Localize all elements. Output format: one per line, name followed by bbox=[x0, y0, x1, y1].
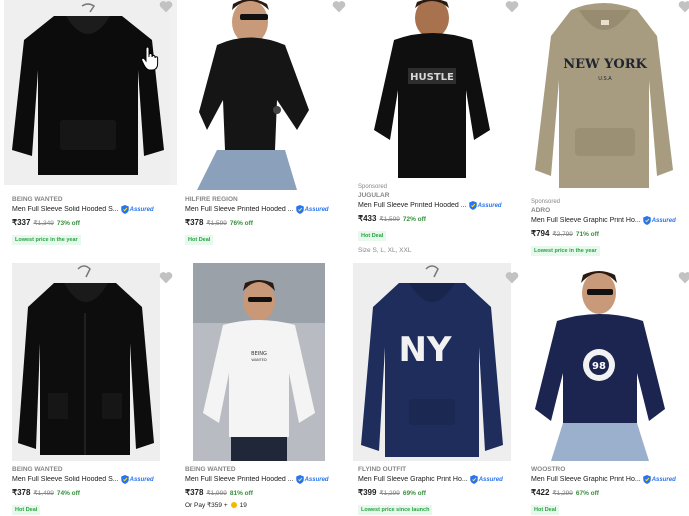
product-image[interactable]: NEW YORK U.S.A bbox=[523, 0, 689, 192]
product-card[interactable]: NY FLYIND OUTFIT Men Full Sleeve Graphic… bbox=[350, 263, 523, 516]
assured-badge: Assured bbox=[120, 475, 154, 484]
product-title[interactable]: Men Full Sleeve Graphic Print Ho... bbox=[531, 476, 641, 483]
product-mrp: ₹1,999 bbox=[206, 490, 227, 497]
product-card[interactable]: HUSTLE Sponsored JUGULAR Men Full Sleeve… bbox=[350, 0, 523, 260]
product-title[interactable]: Men Full Sleeve Printed Hooded ... bbox=[358, 202, 467, 209]
heart-icon[interactable] bbox=[678, 271, 689, 284]
product-brand: BEING WANTED bbox=[12, 466, 63, 473]
hand-cursor-icon bbox=[141, 47, 159, 71]
heart-icon[interactable] bbox=[505, 271, 519, 284]
shield-icon bbox=[120, 205, 129, 214]
product-mrp: ₹1,599 bbox=[206, 220, 227, 227]
product-card[interactable]: BEING WANTED Men Full Sleeve Solid Hoode… bbox=[4, 263, 177, 516]
shield-icon bbox=[295, 475, 304, 484]
assured-badge: Assured bbox=[469, 475, 503, 484]
assured-badge: Assured bbox=[642, 475, 676, 484]
print-subtext: WANTED bbox=[251, 358, 267, 362]
heart-icon[interactable] bbox=[678, 0, 689, 13]
print-text: BEING bbox=[251, 351, 267, 357]
deal-badge: Hot Deal bbox=[185, 235, 214, 245]
product-brand: JUGULAR bbox=[358, 192, 390, 199]
product-title[interactable]: Men Full Sleeve Graphic Print Ho... bbox=[358, 476, 468, 483]
product-mrp: ₹1,299 bbox=[552, 490, 573, 497]
shield-icon bbox=[642, 216, 651, 225]
supercoin-icon bbox=[230, 502, 237, 508]
assured-badge: Assured bbox=[120, 205, 154, 214]
product-price: ₹337 bbox=[12, 218, 31, 227]
product-price: ₹422 bbox=[531, 488, 550, 497]
product-card[interactable]: 98 WOOSTRO Men Full Sleeve Graphic Print… bbox=[523, 263, 689, 516]
product-price: ₹433 bbox=[358, 214, 377, 223]
product-image[interactable] bbox=[12, 263, 160, 461]
product-image[interactable] bbox=[177, 0, 350, 190]
product-image[interactable]: BEING WANTED bbox=[193, 263, 325, 461]
heart-icon[interactable] bbox=[332, 0, 346, 13]
product-title[interactable]: Men Full Sleeve Graphic Print Ho... bbox=[531, 217, 641, 224]
product-discount: 76% off bbox=[229, 220, 253, 227]
product-card[interactable]: BEING WANTED BEING WANTED Men Full Sleev… bbox=[177, 263, 350, 516]
product-image[interactable]: HUSTLE bbox=[350, 0, 523, 178]
product-brand: ADRO bbox=[531, 207, 551, 214]
product-card[interactable]: BEING WANTED Men Full Sleeve Solid Hoode… bbox=[4, 0, 177, 255]
product-title[interactable]: Men Full Sleeve Printed Hooded ... bbox=[185, 476, 294, 483]
product-brand: WOOSTRO bbox=[531, 466, 566, 473]
shield-icon bbox=[469, 475, 478, 484]
product-price: ₹378 bbox=[12, 488, 31, 497]
print-subtext: U.S.A bbox=[598, 76, 612, 82]
print-text: NEW YORK bbox=[563, 57, 647, 72]
deal-badge: Hot Deal bbox=[12, 505, 41, 515]
assured-badge: Assured bbox=[295, 475, 329, 484]
shield-icon bbox=[468, 201, 477, 210]
product-price: ₹794 bbox=[531, 229, 550, 238]
product-mrp: ₹1,299 bbox=[379, 490, 400, 497]
product-discount: 81% off bbox=[229, 490, 253, 497]
product-discount: 71% off bbox=[575, 231, 599, 238]
assured-badge: Assured bbox=[468, 201, 502, 210]
product-price: ₹399 bbox=[358, 488, 377, 497]
deal-badge: Lowest price in the year bbox=[12, 235, 81, 245]
assured-badge: Assured bbox=[642, 216, 676, 225]
print-text: NY bbox=[398, 330, 451, 370]
product-title[interactable]: Men Full Sleeve Printed Hooded ... bbox=[185, 206, 294, 213]
deal-badge: Lowest price since launch bbox=[358, 505, 433, 515]
product-brand: BEING WANTED bbox=[185, 466, 236, 473]
product-card[interactable]: HILFIRE REGION Men Full Sleeve Printed H… bbox=[177, 0, 350, 255]
heart-icon[interactable] bbox=[505, 0, 519, 13]
heart-icon[interactable] bbox=[159, 271, 173, 284]
product-price: ₹378 bbox=[185, 488, 204, 497]
print-text: HUSTLE bbox=[410, 72, 454, 83]
supercoin-offer: Or Pay ₹359 + 19 bbox=[185, 501, 247, 510]
product-title[interactable]: Men Full Sleeve Solid Hooded S... bbox=[12, 476, 119, 483]
product-discount: 74% off bbox=[56, 490, 80, 497]
assured-badge: Assured bbox=[295, 205, 329, 214]
product-image[interactable]: NY bbox=[353, 263, 511, 461]
product-mrp: ₹1,599 bbox=[379, 216, 400, 223]
sponsored-label: Sponsored bbox=[358, 184, 388, 190]
product-discount: 72% off bbox=[402, 216, 426, 223]
product-image[interactable]: 98 bbox=[523, 263, 673, 461]
print-text: 98 bbox=[592, 361, 606, 372]
product-price: ₹378 bbox=[185, 218, 204, 227]
size-list: Size S, L, XL, XXL bbox=[358, 247, 412, 254]
product-discount: 69% off bbox=[402, 490, 426, 497]
product-brand: FLYIND OUTFIT bbox=[358, 466, 407, 473]
product-discount: 73% off bbox=[56, 220, 80, 227]
shield-icon bbox=[120, 475, 129, 484]
product-discount: 67% off bbox=[575, 490, 599, 497]
product-mrp: ₹2,799 bbox=[552, 231, 573, 238]
shield-icon bbox=[295, 205, 304, 214]
product-mrp: ₹1,499 bbox=[33, 490, 54, 497]
product-card[interactable]: NEW YORK U.S.A Sponsored ADRO Men Full S… bbox=[523, 0, 689, 260]
deal-badge: Lowest price in the year bbox=[531, 246, 600, 256]
product-image[interactable] bbox=[4, 0, 177, 185]
product-mrp: ₹1,349 bbox=[33, 220, 54, 227]
product-brand: BEING WANTED bbox=[12, 196, 63, 203]
product-brand: HILFIRE REGION bbox=[185, 196, 238, 203]
deal-badge: Hot Deal bbox=[358, 231, 387, 241]
shield-icon bbox=[642, 475, 651, 484]
sponsored-label: Sponsored bbox=[531, 199, 561, 205]
heart-icon[interactable] bbox=[159, 0, 173, 13]
deal-badge: Hot Deal bbox=[531, 505, 560, 515]
product-title[interactable]: Men Full Sleeve Solid Hooded S... bbox=[12, 206, 119, 213]
